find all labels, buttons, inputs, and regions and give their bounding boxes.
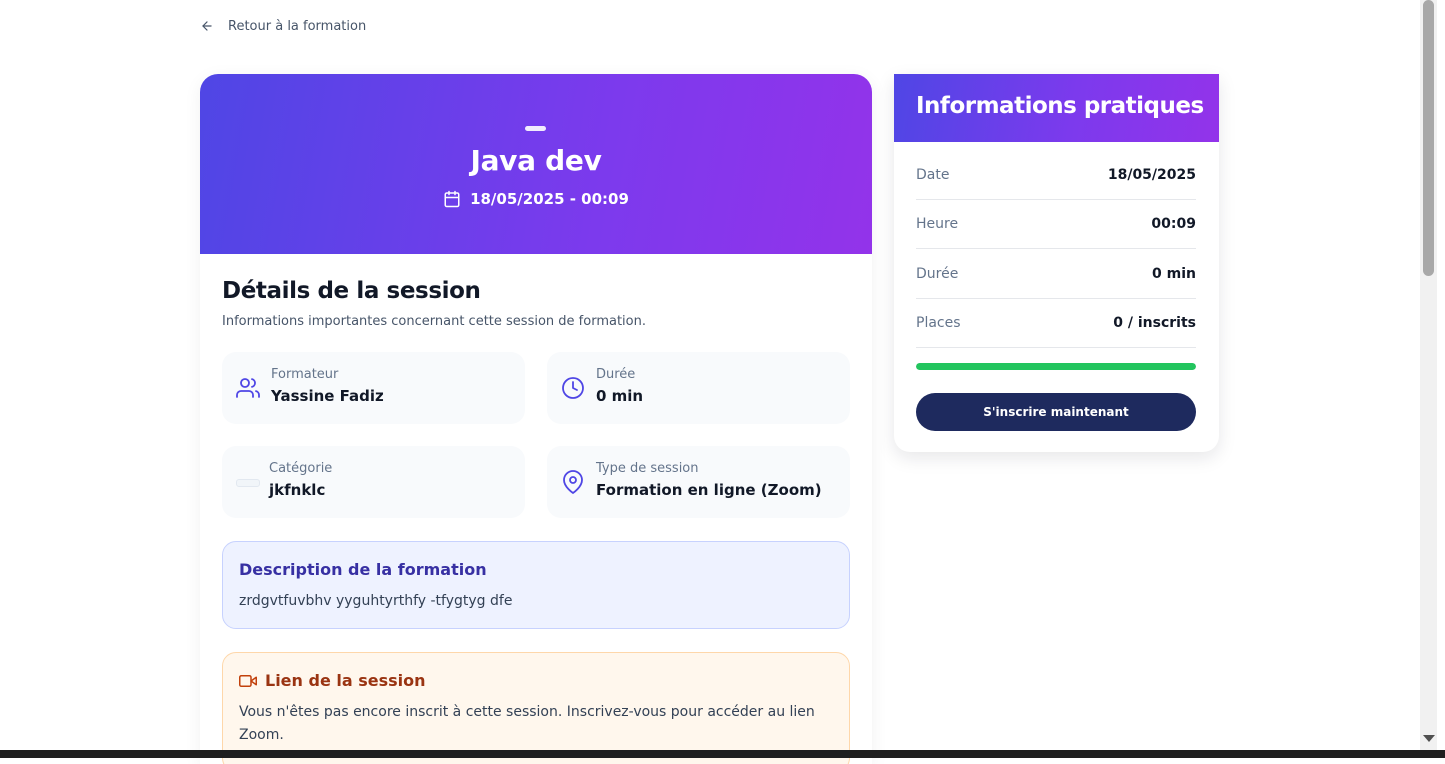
category-color-swatch bbox=[236, 479, 260, 487]
session-type-tile: Type de session Formation en ligne (Zoom… bbox=[547, 446, 850, 518]
window-bottom-edge bbox=[0, 750, 1445, 758]
clock-icon bbox=[562, 377, 584, 399]
categorie-tile: Catégorie jkfnklc bbox=[222, 446, 525, 518]
info-row-label: Places bbox=[916, 314, 961, 331]
session-type-label: Type de session bbox=[596, 461, 699, 476]
session-link-box: Lien de la session Vous n'êtes pas encor… bbox=[222, 652, 850, 764]
places-progress-fill bbox=[916, 363, 1196, 370]
description-box: Description de la formation zrdgvtfuvbhv… bbox=[222, 541, 850, 629]
formateur-value: Yassine Fadiz bbox=[271, 387, 384, 405]
info-row-value: 00:09 bbox=[1151, 215, 1196, 232]
session-title: Java dev bbox=[470, 144, 602, 177]
formateur-label: Formateur bbox=[271, 367, 339, 382]
description-title: Description de la formation bbox=[239, 560, 487, 579]
info-row-date: Date 18/05/2025 bbox=[916, 150, 1196, 200]
session-type-value: Formation en ligne (Zoom) bbox=[596, 481, 822, 499]
map-pin-icon bbox=[563, 470, 583, 494]
session-link-title: Lien de la session bbox=[265, 671, 426, 690]
info-row-value: 18/05/2025 bbox=[1107, 166, 1196, 183]
arrow-left-icon bbox=[202, 21, 212, 31]
hero-decoration-bar bbox=[525, 126, 546, 131]
users-icon bbox=[236, 378, 260, 398]
video-icon bbox=[239, 674, 257, 687]
details-subtitle: Informations importantes concernant cett… bbox=[222, 314, 646, 329]
description-text: zrdgvtfuvbhv yyguhtyrthfy -tfygtyg dfe bbox=[239, 593, 513, 609]
info-row-label: Date bbox=[916, 166, 950, 183]
duree-value: 0 min bbox=[596, 387, 644, 405]
back-link-label: Retour à la formation bbox=[228, 18, 367, 34]
info-row-label: Heure bbox=[916, 215, 959, 232]
places-progress-bar bbox=[916, 363, 1196, 370]
categorie-label: Catégorie bbox=[269, 461, 333, 476]
details-title: Détails de la session bbox=[222, 278, 481, 304]
practical-info-card: Informations pratiques Date 18/05/2025 H… bbox=[894, 74, 1219, 452]
categorie-value: jkfnklc bbox=[269, 481, 326, 499]
info-row-value: 0 / inscrits bbox=[1113, 314, 1196, 331]
back-link[interactable]: Retour à la formation bbox=[200, 16, 366, 36]
info-row-heure: Heure 00:09 bbox=[916, 199, 1196, 249]
info-row-value: 0 min bbox=[1152, 265, 1196, 282]
session-card: Java dev 18/05/2025 - 00:09 Détails de l… bbox=[200, 74, 872, 764]
page-scrollbar[interactable] bbox=[1420, 0, 1437, 750]
practical-info-title: Informations pratiques bbox=[916, 93, 1204, 119]
scroll-down-arrow-icon[interactable] bbox=[1423, 735, 1435, 742]
calendar-icon bbox=[444, 190, 460, 208]
info-row-places: Places 0 / inscrits bbox=[916, 298, 1196, 348]
enroll-button[interactable]: S'inscrire maintenant bbox=[916, 393, 1196, 431]
formateur-tile: Formateur Yassine Fadiz bbox=[222, 352, 525, 424]
duree-tile: Durée 0 min bbox=[547, 352, 850, 424]
info-row-duree: Durée 0 min bbox=[916, 249, 1196, 299]
session-hero: Java dev 18/05/2025 - 00:09 bbox=[200, 74, 872, 254]
practical-info-header: Informations pratiques bbox=[894, 74, 1219, 142]
info-row-label: Durée bbox=[916, 265, 959, 282]
session-datetime: 18/05/2025 - 00:09 bbox=[200, 190, 872, 208]
session-datetime-text: 18/05/2025 - 00:09 bbox=[470, 190, 629, 208]
duree-label: Durée bbox=[596, 367, 636, 382]
scrollbar-thumb[interactable] bbox=[1423, 0, 1434, 276]
session-link-text: Vous n'êtes pas encore inscrit à cette s… bbox=[239, 704, 815, 743]
session-link-header: Lien de la session bbox=[239, 671, 426, 690]
